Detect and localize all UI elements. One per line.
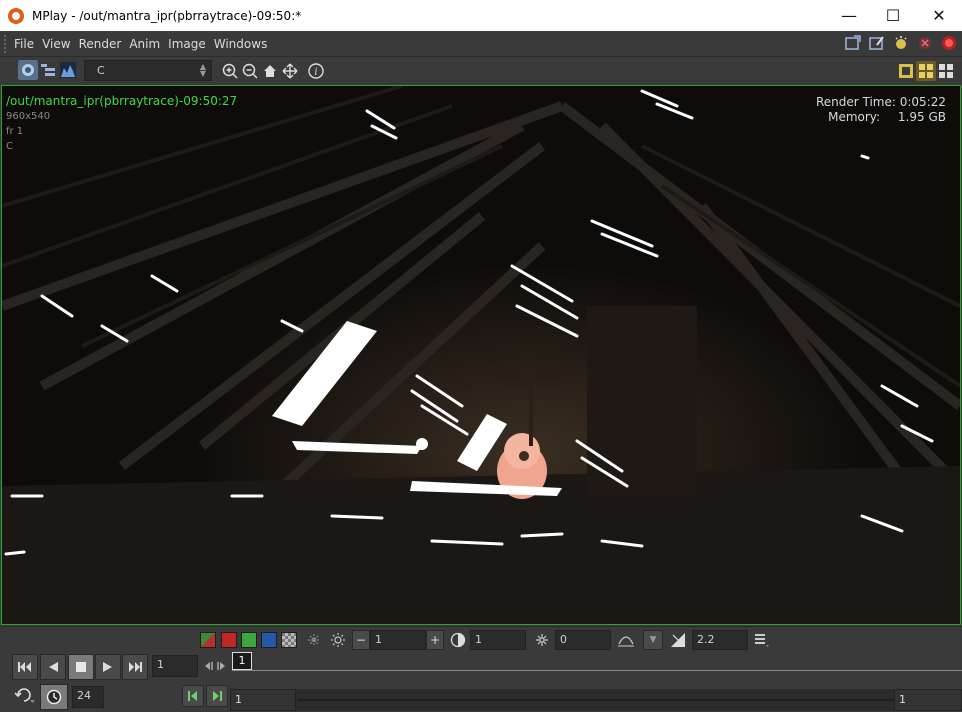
- green-channel-icon[interactable]: [241, 632, 257, 648]
- layers-icon[interactable]: [38, 60, 58, 80]
- timeline-track: [232, 670, 962, 671]
- plane-overlay: C: [6, 141, 13, 152]
- frame-field[interactable]: 1: [152, 655, 198, 677]
- range-track[interactable]: [298, 699, 894, 701]
- exposure-minus-button[interactable]: −: [352, 630, 370, 650]
- menu-right-icons: [844, 34, 958, 52]
- menu-view[interactable]: View: [38, 37, 74, 51]
- histogram-icon[interactable]: [58, 60, 78, 80]
- grid-split-icon[interactable]: [936, 61, 956, 81]
- jump-start-icon[interactable]: [12, 654, 38, 680]
- toolbar: C ▲ ▼ i: [0, 57, 962, 85]
- frame-range-bar: 1 1: [230, 689, 962, 711]
- frame-overlay: fr 1: [6, 126, 24, 137]
- color-mode-icon[interactable]: [18, 60, 38, 80]
- step-back-icon[interactable]: [202, 660, 214, 675]
- offset-field[interactable]: 0: [555, 630, 611, 650]
- play-forward-icon[interactable]: [95, 654, 121, 680]
- exposure-icon: [330, 632, 346, 651]
- spinner-arrows-icon: ▲ ▼: [199, 62, 206, 78]
- menu-render[interactable]: Render: [75, 37, 126, 51]
- mplay-window: MPlay - /out/mantra_ipr(pbrraytrace)-09:…: [0, 0, 962, 712]
- rgb-channel-icon[interactable]: [200, 632, 216, 648]
- channel-select[interactable]: C ▲ ▼: [84, 60, 212, 81]
- memory-overlay: Memory: 1.95 GB: [828, 110, 946, 124]
- range-end-field[interactable]: 1: [894, 689, 962, 711]
- grid-quad-icon[interactable]: [916, 61, 936, 81]
- grid-single-icon[interactable]: [896, 61, 916, 81]
- render-light-icon[interactable]: [892, 34, 910, 52]
- range-start-field[interactable]: 1: [230, 689, 296, 711]
- memory-label: Memory:: [828, 110, 881, 124]
- memory-value: 1.95 GB: [897, 110, 946, 124]
- frame-all-icon[interactable]: [280, 61, 300, 81]
- offset-icon: [534, 632, 550, 651]
- stop-render-icon[interactable]: [916, 34, 934, 52]
- red-channel-icon[interactable]: [221, 632, 237, 648]
- timeline[interactable]: 1: [232, 652, 962, 672]
- lut-icon[interactable]: [617, 632, 635, 651]
- sparkle-menu-icon[interactable]: [306, 632, 322, 651]
- edit-window-icon[interactable]: [868, 34, 886, 52]
- zoom-in-icon[interactable]: [220, 61, 240, 81]
- menu-image[interactable]: Image: [164, 37, 210, 51]
- svg-text:i: i: [314, 67, 317, 78]
- menu-anim[interactable]: Anim: [125, 37, 164, 51]
- home-icon[interactable]: [260, 61, 280, 81]
- window-title: MPlay - /out/mantra_ipr(pbrraytrace)-09:…: [32, 8, 302, 23]
- zoom-out-icon[interactable]: [240, 61, 260, 81]
- render-viewport[interactable]: /out/mantra_ipr(pbrraytrace)-09:50:27 96…: [1, 85, 961, 625]
- adjust-menu-icon[interactable]: [754, 632, 770, 651]
- render-path-overlay: /out/mantra_ipr(pbrraytrace)-09:50:27: [6, 94, 238, 108]
- exposure-plus-button[interactable]: +: [426, 630, 444, 650]
- title-bar: MPlay - /out/mantra_ipr(pbrraytrace)-09:…: [0, 0, 962, 31]
- menu-file[interactable]: File: [10, 37, 38, 51]
- image-adjust-bar: − 1 + 1 0 ▼ 2.2: [0, 626, 962, 652]
- loop-mode-icon[interactable]: [14, 686, 36, 707]
- stop-icon[interactable]: [68, 654, 94, 680]
- resolution-overlay: 960x540: [6, 111, 51, 122]
- menu-bar: File View Render Anim Image Windows: [0, 31, 962, 57]
- info-icon[interactable]: i: [306, 61, 326, 81]
- houdini-app-icon: [8, 7, 24, 24]
- play-reverse-icon[interactable]: [40, 654, 66, 680]
- gamma-field[interactable]: 2.2: [692, 630, 748, 650]
- render-time-label: Render Time:: [815, 95, 896, 109]
- range-end-icon[interactable]: [206, 685, 228, 707]
- maximize-button[interactable]: ☐: [870, 0, 916, 31]
- render-time-value: 0:05:22: [899, 95, 946, 109]
- brightness-icon: [450, 632, 466, 651]
- fit-window-icon[interactable]: [844, 34, 862, 52]
- render-time-overlay: Render Time: 0:05:22: [816, 95, 946, 109]
- step-forward-icon[interactable]: [216, 660, 228, 675]
- alpha-channel-icon[interactable]: [281, 632, 297, 648]
- attic-render-image: [2, 86, 960, 624]
- realtime-clock-icon[interactable]: [40, 684, 68, 710]
- exposure-field[interactable]: 1: [370, 630, 426, 650]
- jump-end-icon[interactable]: [122, 654, 148, 680]
- close-button[interactable]: ✕: [916, 0, 962, 31]
- blue-channel-icon[interactable]: [261, 632, 277, 648]
- playback-bar: 1 1 24 1 1: [0, 652, 962, 712]
- minimize-button[interactable]: —: [826, 0, 872, 31]
- cancel-render-icon[interactable]: [940, 34, 958, 52]
- range-start-icon[interactable]: [182, 685, 204, 707]
- lut-dropdown-icon[interactable]: ▼: [643, 630, 663, 650]
- menu-windows[interactable]: Windows: [210, 37, 272, 51]
- channel-select-value: C: [97, 64, 105, 77]
- current-frame-marker[interactable]: 1: [232, 652, 252, 670]
- brightness-field[interactable]: 1: [470, 630, 526, 650]
- fps-field[interactable]: 24: [72, 686, 104, 708]
- gamma-icon: [670, 632, 686, 651]
